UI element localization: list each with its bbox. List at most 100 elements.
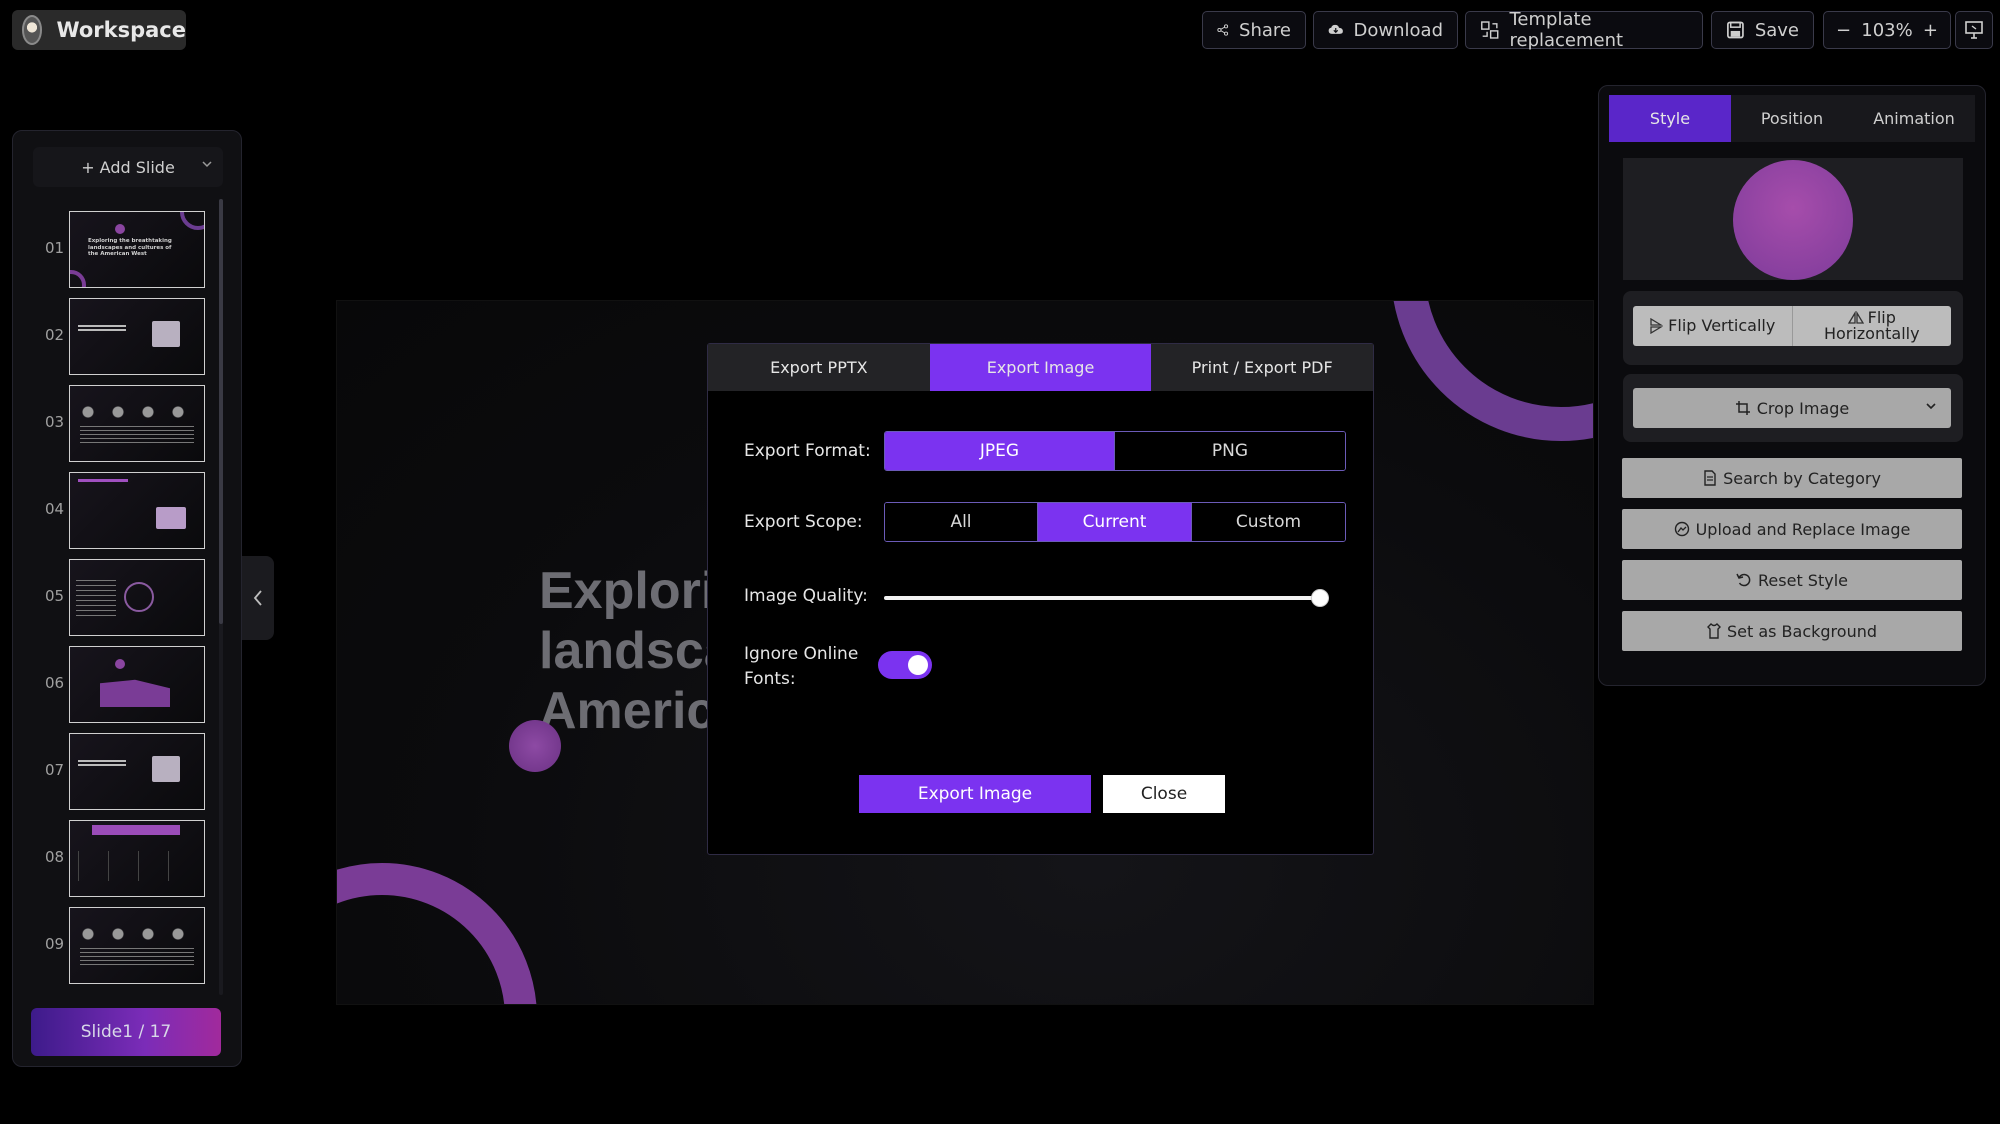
chevron-down-icon[interactable] [201,159,213,169]
slide-number: 04 [45,500,65,518]
flip-controls: Flip Vertically Flip Horizontally [1623,291,1963,365]
gorilla-logo-icon [22,15,43,45]
tab-position[interactable]: Position [1731,95,1853,142]
close-button[interactable]: Close [1103,775,1225,813]
slide-thumbnail[interactable] [69,472,205,549]
thumb-area-chart [100,679,170,707]
slide-panel: + Add Slide 01 Exploring the breathtakin… [12,130,242,1067]
add-slide-button[interactable]: + Add Slide [33,147,223,187]
ignore-fonts-label-line2: Fonts: [744,669,796,689]
scope-option-all[interactable]: All [885,503,1038,541]
document-search-icon [1704,470,1716,486]
zoom-out-button[interactable]: − [1836,20,1851,41]
slide-thumbnail[interactable] [69,646,205,723]
thumb-icons-row [82,406,192,418]
present-button[interactable] [1955,11,1993,49]
style-panel: Style Position Animation Flip Vertically… [1598,85,1986,686]
export-scope-row: Export Scope: All Current Custom [744,502,1346,542]
thumb-icons-row [82,928,192,940]
image-quality-label: Image Quality: [744,586,868,606]
slide-number: 07 [45,761,65,779]
slide-thumbnail[interactable] [69,907,205,984]
slide-title-line: landsca [539,622,733,680]
slide-title-line: Americ [539,682,716,740]
tab-export-image[interactable]: Export Image [929,344,1152,391]
decorative-arc-top-right[interactable] [1391,301,1593,441]
download-button[interactable]: Download [1313,11,1458,49]
slide-thumbnail[interactable]: Exploring the breathtaking landscapes an… [69,211,205,288]
thumb-center-circle [124,582,154,612]
slide-thumbnail[interactable] [69,298,205,375]
slider-knob[interactable] [1311,589,1329,607]
slide-thumbnail-row[interactable]: 06 [13,644,233,731]
tab-style[interactable]: Style [1609,95,1731,142]
thumb-arc [180,212,204,230]
reset-style-button[interactable]: Reset Style [1622,560,1962,600]
download-label: Download [1353,19,1443,41]
slide-thumbnail-row[interactable]: 02 [13,296,233,383]
thumb-dot [115,224,125,234]
flip-vertically-button[interactable]: Flip Vertically [1633,306,1793,346]
chevron-down-icon[interactable] [1925,401,1937,411]
image-quality-slider[interactable] [884,588,1329,608]
ignore-online-fonts-toggle[interactable] [878,651,932,679]
decorative-circle[interactable] [509,720,561,772]
slide-thumbnail-row[interactable]: 03 [13,383,233,470]
export-format-row: Export Format: JPEG PNG [744,431,1346,471]
reset-style-label: Reset Style [1758,570,1848,590]
crop-image-button[interactable]: Crop Image [1633,388,1951,428]
collapse-panel-button[interactable] [242,556,274,640]
search-by-category-button[interactable]: Search by Category [1622,458,1962,498]
decorative-arc-bottom-left[interactable] [337,863,537,1004]
slide-list-scrollbar-thumb[interactable] [219,199,223,624]
preview-circle [1733,160,1853,280]
presentation-icon [1965,21,1983,39]
export-tabs: Export PPTX Export Image Print / Export … [708,344,1374,391]
tab-export-pptx[interactable]: Export PPTX [708,344,930,391]
slide-title-line: Explori [539,562,716,620]
slide-thumbnail-row[interactable]: 01 Exploring the breathtaking landscapes… [13,209,233,296]
export-format-selector: JPEG PNG [884,431,1346,471]
slide-thumbnail[interactable] [69,559,205,636]
format-option-jpeg[interactable]: JPEG [885,432,1115,470]
slide-thumbnail[interactable] [69,733,205,810]
export-image-button[interactable]: Export Image [859,775,1091,813]
flip-button-group: Flip Vertically Flip Horizontally [1633,306,1951,346]
slide-title-text[interactable]: Explori landsca Americ [539,561,733,741]
chevron-left-icon [253,590,262,606]
slider-track[interactable] [884,596,1329,600]
flip-horizontally-button[interactable]: Flip Horizontally [1793,306,1952,346]
scope-option-custom[interactable]: Custom [1192,503,1345,541]
zoom-value: 103% [1861,19,1913,41]
zoom-in-button[interactable]: + [1923,20,1938,41]
shirt-icon [1706,623,1721,639]
format-option-png[interactable]: PNG [1115,432,1345,470]
save-button[interactable]: Save [1711,11,1814,49]
app-brand[interactable]: Workspace [12,10,186,50]
crop-controls: Crop Image [1623,374,1963,442]
scope-option-current[interactable]: Current [1038,503,1192,541]
tab-print-export-pdf[interactable]: Print / Export PDF [1151,344,1374,391]
set-as-background-button[interactable]: Set as Background [1622,611,1962,651]
slide-number: 06 [45,674,65,692]
flip-horizontally-label-line2: Horizontally [1823,324,1920,343]
slide-counter: Slide1 / 17 [31,1008,221,1056]
slide-thumbnail-row[interactable]: 04 [13,470,233,557]
slide-thumbnail-row[interactable]: 09 [13,905,233,992]
slide-thumbnail-row[interactable]: 08 [13,818,233,905]
reset-icon [1736,573,1751,587]
thumb-text-block [80,948,194,968]
thumb-illustration [152,321,180,347]
slide-number: 09 [45,935,65,953]
slide-thumbnail-row[interactable]: 05 [13,557,233,644]
slide-thumbnail[interactable] [69,385,205,462]
upload-replace-image-button[interactable]: Upload and Replace Image [1622,509,1962,549]
thumb-text-block [80,426,194,446]
tab-animation[interactable]: Animation [1853,95,1975,142]
slide-thumbnail-row[interactable]: 07 [13,731,233,818]
template-replacement-button[interactable]: Template replacement [1465,9,1703,51]
thumb-envelope [156,507,186,529]
slide-thumbnail[interactable] [69,820,205,897]
share-button[interactable]: Share [1202,11,1306,49]
thumb-arc [70,270,86,287]
